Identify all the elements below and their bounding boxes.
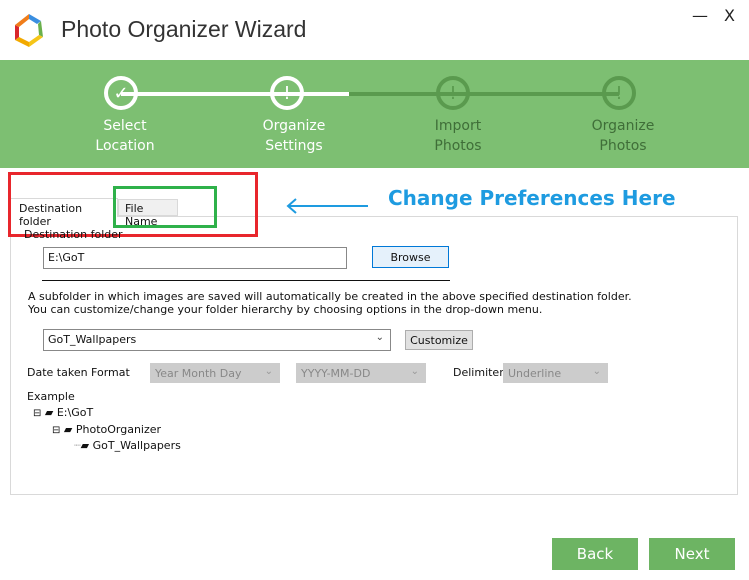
app-logo-icon [15,14,43,47]
step-organize-settings: Organize Settings [262,118,326,154]
date-order-select[interactable]: Year Month Day ⌄ [150,363,280,383]
chevron-down-icon: ⌄ [410,366,419,377]
collapse-icon: ⊟ [33,408,42,419]
window-title: Photo Organizer Wizard [61,16,307,42]
step-select-location: Select Location [95,118,155,154]
info-text-1: A subfolder in which images are saved wi… [28,290,632,303]
exclamation-icon: ! [270,76,304,110]
tree-item: ⊟ ▰ E:\GoT [33,406,94,419]
info-text-2: You can customize/change your folder hie… [28,303,543,316]
divider [42,280,450,281]
annotation-text: Change Preferences Here [388,186,676,210]
progress-line-done [121,92,349,96]
example-label: Example [27,390,75,403]
close-button[interactable]: X [724,6,735,25]
delimiter-select[interactable]: Underline ⌄ [503,363,608,383]
exclamation-icon: ! [602,76,636,110]
back-button[interactable]: Back [552,538,638,570]
delimiter-label: Delimiter [453,366,504,379]
highlight-box-green [113,186,217,228]
progress-line-pending [349,92,619,96]
date-format-select[interactable]: YYYY-MM-DD ⌄ [296,363,426,383]
tree-item: ┈▰ GoT_Wallpapers [74,439,181,452]
chevron-down-icon: ⌄ [592,366,601,377]
destination-input[interactable]: E:\GoT [43,247,347,269]
step-organize-photos: Organize Photos [591,118,655,154]
date-format-label: Date taken Format [27,366,130,379]
minimize-button[interactable]: — [692,6,708,25]
chevron-down-icon: ⌄ [375,332,384,343]
exclamation-icon: ! [436,76,470,110]
collapse-icon: ⊟ [52,425,61,436]
check-icon: ✓ [104,76,138,110]
next-button[interactable]: Next [649,538,735,570]
folder-icon: ▰ [44,406,54,419]
customize-button[interactable]: Customize [405,330,473,350]
arrow-left-icon [286,198,368,214]
folder-icon: ▰ [63,423,73,436]
hierarchy-select[interactable]: GoT_Wallpapers ⌄ [43,329,391,351]
chevron-down-icon: ⌄ [264,366,273,377]
tree-item: ⊟ ▰ PhotoOrganizer [52,423,162,436]
destination-label: Destination folder [24,228,123,241]
folder-icon: ▰ [80,439,90,452]
step-import-photos: Import Photos [434,118,482,154]
browse-button[interactable]: Browse [372,246,449,268]
